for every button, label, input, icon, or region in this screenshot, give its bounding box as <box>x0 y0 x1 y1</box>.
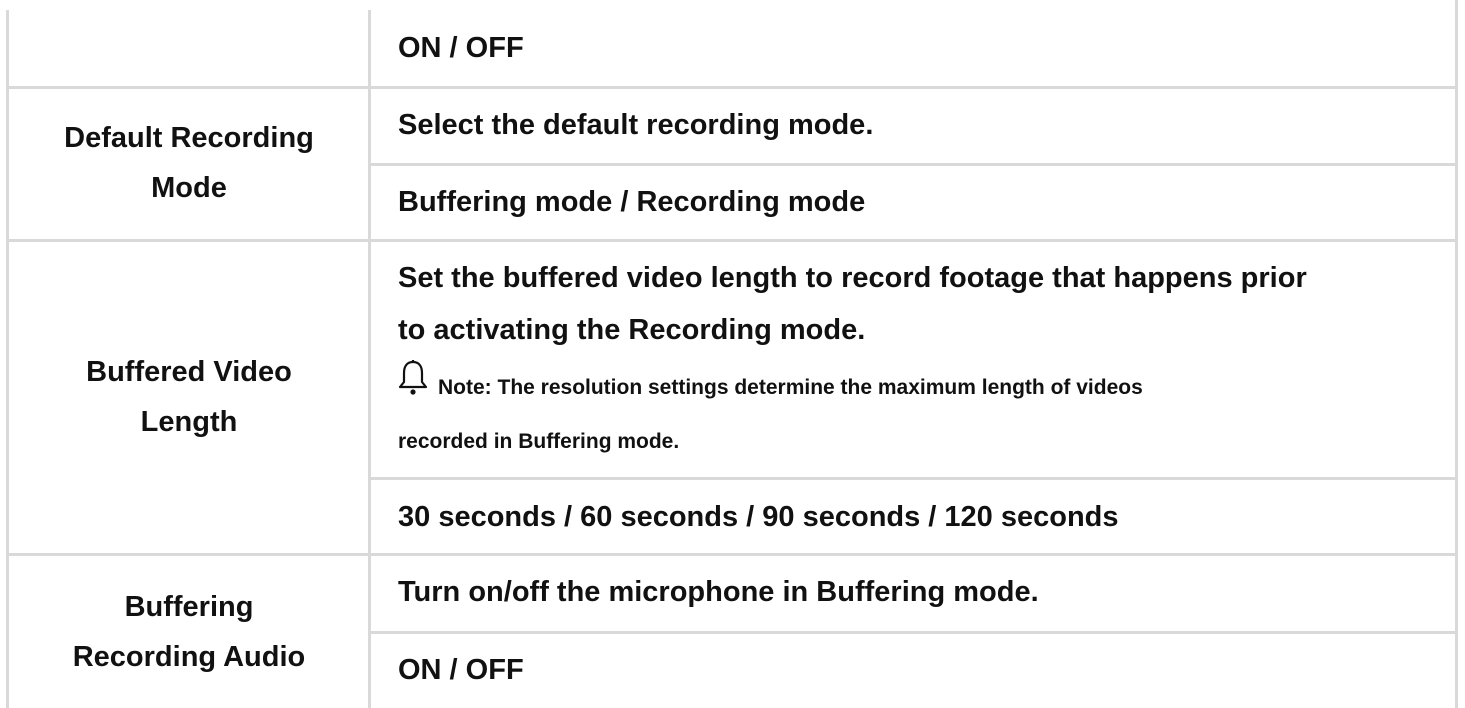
note-text-line: Note: The resolution settings determine … <box>438 376 1143 399</box>
bell-icon <box>397 360 429 396</box>
row-divider <box>6 86 1458 89</box>
setting-label-line: Default Recording <box>64 122 314 154</box>
description-line: Set the buffered video length to record … <box>398 262 1307 294</box>
description-cell: Select the default recording mode. <box>398 109 874 141</box>
setting-label-line: Buffering <box>124 591 254 623</box>
row-divider <box>6 553 1458 556</box>
setting-label-line: Mode <box>151 172 227 204</box>
cell-divider <box>368 477 1458 480</box>
cell-divider <box>368 631 1458 634</box>
options-cell: 30 seconds / 60 seconds / 90 seconds / 1… <box>398 501 1119 533</box>
setting-label-buffered-video-length: Buffered Video Length <box>9 347 369 447</box>
description-line: to activating the Recording mode. <box>398 314 866 346</box>
options-cell: Buffering mode / Recording mode <box>398 186 866 218</box>
note-text-line: recorded in Buffering mode. <box>398 430 680 453</box>
options-cell: ON / OFF <box>398 32 524 64</box>
setting-label-line: Length <box>140 406 238 438</box>
setting-label-line: Buffered Video <box>86 356 292 388</box>
row-divider <box>6 239 1458 242</box>
setting-label-default-recording-mode: Default Recording Mode <box>9 113 369 213</box>
setting-label-buffering-recording-audio: Buffering Recording Audio <box>9 582 369 682</box>
setting-label-line: Recording Audio <box>72 641 306 673</box>
description-cell: Turn on/off the microphone in Buffering … <box>398 576 1039 608</box>
table-right-border <box>1455 0 1458 708</box>
options-cell: ON / OFF <box>398 654 524 686</box>
cell-divider <box>368 163 1458 166</box>
